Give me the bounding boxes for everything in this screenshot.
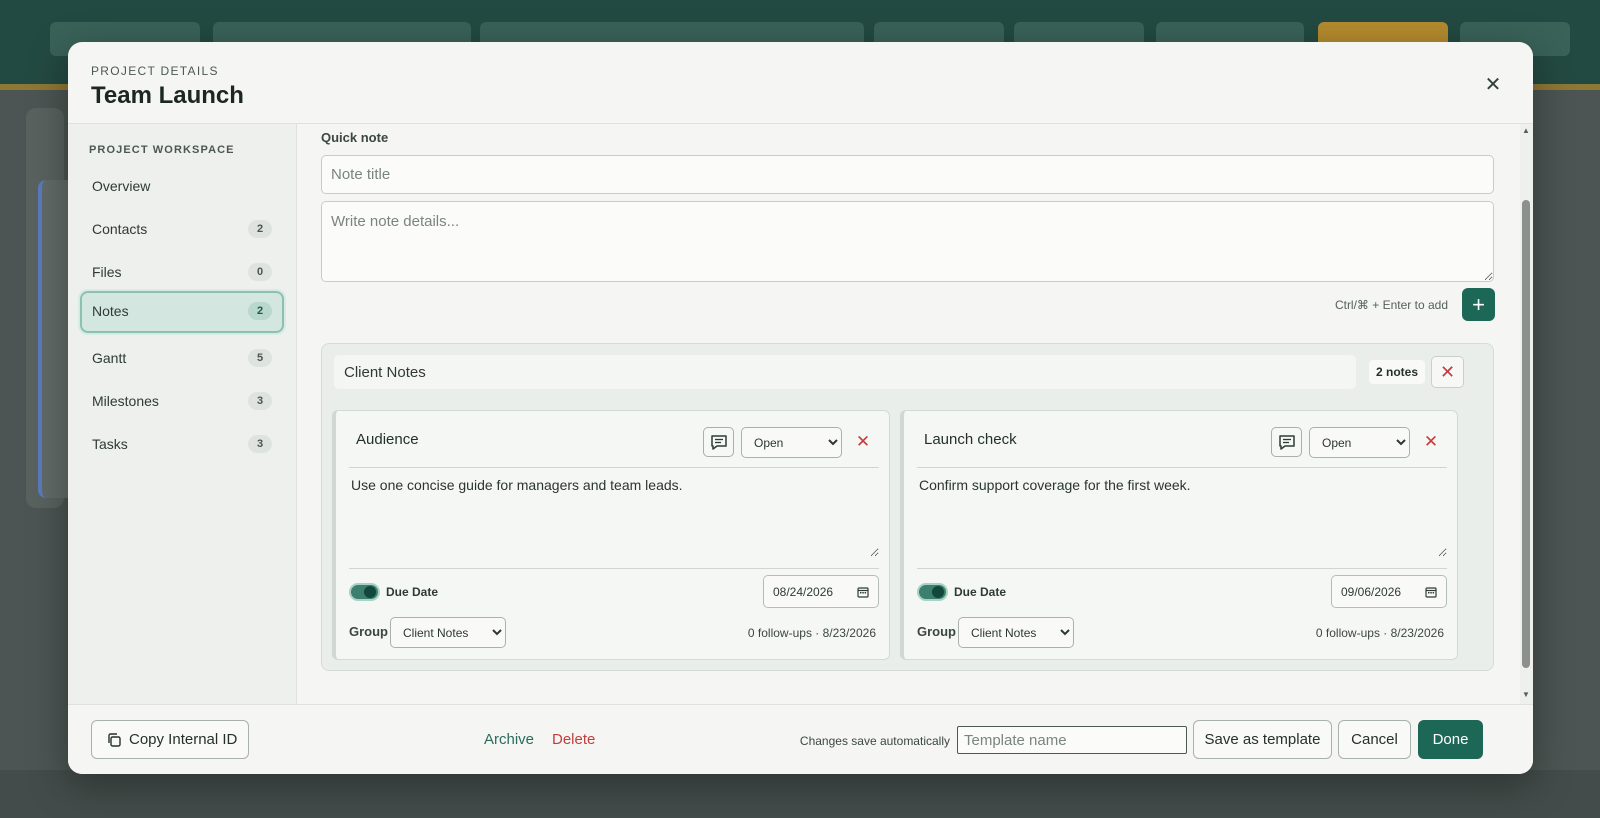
quick-note-label: Quick note <box>321 130 389 145</box>
due-date-toggle[interactable] <box>349 583 380 601</box>
group-name-input[interactable] <box>334 355 1356 389</box>
sidebar-item-label: Notes <box>92 303 129 319</box>
sidebar-item-tasks[interactable]: Tasks 3 <box>80 424 284 464</box>
workspace-sidebar: PROJECT WORKSPACE Overview Contacts 2 Fi… <box>68 124 297 704</box>
divider <box>349 568 879 569</box>
note-card-title[interactable]: Launch check <box>924 431 1017 448</box>
scrollbar-thumb[interactable] <box>1522 200 1530 668</box>
copy-internal-id-button[interactable]: Copy Internal ID <box>91 720 249 759</box>
close-icon: ✕ <box>1484 74 1502 96</box>
due-date-value: 09/06/2026 <box>1341 585 1402 599</box>
calendar-icon <box>857 587 869 598</box>
copy-internal-id-label: Copy Internal ID <box>129 731 238 748</box>
due-date-input[interactable]: 08/24/2026 <box>763 575 879 608</box>
count-badge: 2 <box>248 302 272 320</box>
sidebar-item-label: Milestones <box>92 393 159 409</box>
due-date-value: 08/24/2026 <box>773 585 834 599</box>
background-app-footer <box>0 770 1600 818</box>
due-date-label: Due Date <box>386 585 439 599</box>
modal-title: Team Launch <box>91 82 244 109</box>
note-title-input[interactable] <box>321 155 1494 194</box>
sidebar-item-overview[interactable]: Overview <box>80 166 284 206</box>
sidebar-item-notes[interactable]: Notes 2 <box>80 291 284 333</box>
divider <box>917 467 1447 468</box>
sidebar-item-gantt[interactable]: Gantt 5 <box>80 338 284 378</box>
autosave-status: Changes save automatically <box>799 734 950 748</box>
note-meta: 0 follow-ups · 8/23/2026 <box>1315 626 1444 640</box>
sidebar-item-files[interactable]: Files 0 <box>80 252 284 292</box>
note-meta: 0 follow-ups · 8/23/2026 <box>747 626 876 640</box>
note-card: Audience Open ✕ Use one concise guide fo… <box>332 410 890 660</box>
sidebar-item-label: Tasks <box>92 436 128 452</box>
count-badge: 5 <box>248 349 272 367</box>
sidebar-item-contacts[interactable]: Contacts 2 <box>80 209 284 249</box>
sidebar-item-milestones[interactable]: Milestones 3 <box>80 381 284 421</box>
cancel-button[interactable]: Cancel <box>1338 720 1411 759</box>
sidebar-item-label: Overview <box>92 178 151 194</box>
note-status-select[interactable]: Open <box>1309 427 1410 458</box>
remove-group-button[interactable]: ✕ <box>1431 356 1464 388</box>
remove-note-button[interactable]: ✕ <box>1419 428 1443 456</box>
follow-up-button[interactable] <box>703 427 734 457</box>
count-badge: 3 <box>248 392 272 410</box>
count-badge: 3 <box>248 435 272 453</box>
done-button[interactable]: Done <box>1418 720 1483 759</box>
remove-note-button[interactable]: ✕ <box>851 428 875 456</box>
divider <box>349 467 879 468</box>
count-badge: 2 <box>248 220 272 238</box>
due-date-input[interactable]: 09/06/2026 <box>1331 575 1447 608</box>
sidebar-item-label: Contacts <box>92 221 148 237</box>
project-details-modal: PROJECT DETAILS Team Launch ✕ PROJECT WO… <box>68 42 1533 774</box>
sidebar-item-label: Gantt <box>92 350 127 366</box>
note-body-textarea[interactable]: Confirm support coverage for the first w… <box>917 477 1447 557</box>
follow-up-button[interactable] <box>1271 427 1302 457</box>
sidebar-item-label: Files <box>92 264 122 280</box>
archive-button[interactable]: Archive <box>484 731 534 748</box>
due-date-label: Due Date <box>954 585 1007 599</box>
comment-icon <box>1279 435 1295 450</box>
note-body-textarea[interactable]: Use one concise guide for managers and t… <box>349 477 879 557</box>
due-date-toggle[interactable] <box>917 583 948 601</box>
template-name-input[interactable] <box>957 726 1187 754</box>
save-as-template-button[interactable]: Save as template <box>1193 720 1332 759</box>
count-badge: 0 <box>248 263 272 281</box>
modal-footer: Copy Internal ID Archive Delete Changes … <box>68 704 1533 774</box>
notes-content: Quick note Ctrl/⌘ + Enter to add + 2 not… <box>298 124 1503 704</box>
delete-button[interactable]: Delete <box>552 731 595 748</box>
note-group-select[interactable]: Client Notes <box>390 617 506 648</box>
copy-icon <box>108 733 121 747</box>
close-icon: ✕ <box>1439 362 1456 382</box>
add-note-button[interactable]: + <box>1462 288 1495 321</box>
note-details-textarea[interactable] <box>321 201 1494 282</box>
shortcut-hint: Ctrl/⌘ + Enter to add <box>1334 298 1448 312</box>
note-card: Launch check Open ✕ Confirm support cove… <box>900 410 1458 660</box>
note-status-select[interactable]: Open <box>741 427 842 458</box>
notes-count-badge: 2 notes <box>1369 360 1425 384</box>
group-label: Group <box>917 624 956 639</box>
close-button[interactable]: ✕ <box>1478 70 1508 100</box>
note-group-panel: 2 notes ✕ Audience Open ✕ <box>321 343 1494 671</box>
scroll-down-arrow[interactable]: ▼ <box>1522 690 1530 699</box>
note-group-select[interactable]: Client Notes <box>958 617 1074 648</box>
close-icon: ✕ <box>855 432 871 451</box>
note-card-title[interactable]: Audience <box>356 431 419 448</box>
scroll-up-arrow[interactable]: ▲ <box>1522 126 1530 135</box>
modal-header: PROJECT DETAILS Team Launch ✕ <box>68 42 1533 124</box>
sidebar-heading: PROJECT WORKSPACE <box>89 144 235 156</box>
calendar-icon <box>1425 587 1437 598</box>
divider <box>917 568 1447 569</box>
comment-icon <box>711 435 727 450</box>
group-label: Group <box>349 624 388 639</box>
close-icon: ✕ <box>1423 432 1439 451</box>
modal-eyebrow: PROJECT DETAILS <box>91 64 219 78</box>
